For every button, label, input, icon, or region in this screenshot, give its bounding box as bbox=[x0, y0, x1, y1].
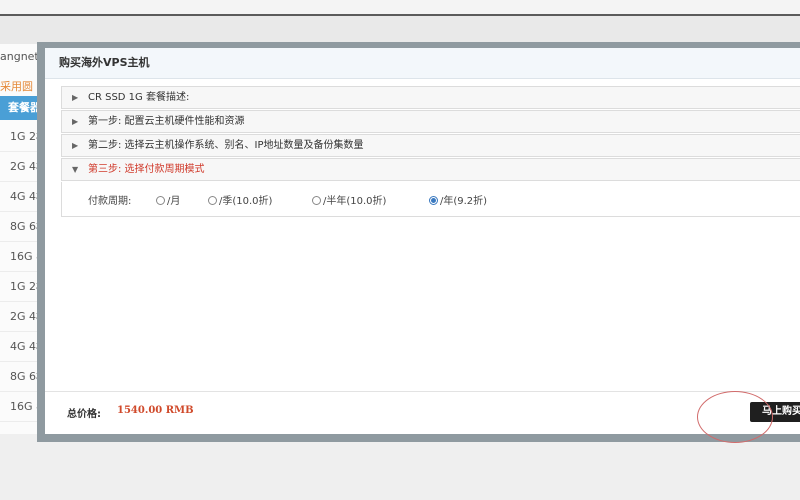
section-label: CR SSD 1G 套餐描述: bbox=[88, 92, 190, 103]
payment-period-label: 付款周期: bbox=[88, 196, 132, 207]
payment-period-panel: 付款周期: /月 /季(10.0折) /半年(10.0折) /年(9.2折) bbox=[61, 182, 800, 217]
accordion-section-description[interactable]: ▶ CR SSD 1G 套餐描述: bbox=[61, 86, 800, 109]
payment-option-month[interactable]: /月 bbox=[156, 192, 180, 207]
payment-option-year[interactable]: /年(9.2折) bbox=[429, 192, 487, 207]
accordion-section-step1[interactable]: ▶ 第一步: 配置云主机硬件性能和资源 bbox=[61, 110, 800, 133]
payment-option-label: /半年(10.0折) bbox=[323, 196, 387, 207]
accordion: ▶ CR SSD 1G 套餐描述: ▶ 第一步: 配置云主机硬件性能和资源 ▶ … bbox=[61, 86, 800, 217]
accordion-section-step3[interactable]: ▼ 第三步: 选择付款周期模式 bbox=[61, 158, 800, 181]
caret-right-icon: ▶ bbox=[72, 141, 79, 150]
accordion-section-step2[interactable]: ▶ 第二步: 选择云主机操作系统、别名、IP地址数量及备份集数量 bbox=[61, 134, 800, 157]
radio-button-checked[interactable] bbox=[429, 196, 438, 205]
total-price-value: 1540.00 RMB bbox=[117, 405, 194, 416]
total-price-label: 总价格: bbox=[67, 409, 101, 420]
caret-right-icon: ▶ bbox=[72, 93, 79, 102]
modal-title: 购买海外VPS主机 bbox=[45, 48, 800, 79]
browser-top-bar bbox=[0, 0, 800, 16]
modal-footer: 总价格: 1540.00 RMB 马上购买 bbox=[45, 391, 800, 434]
purchase-modal: 购买海外VPS主机 ▶ CR SSD 1G 套餐描述: ▶ 第一步: 配置云主机… bbox=[37, 42, 800, 442]
payment-option-label: /年(9.2折) bbox=[440, 196, 488, 207]
radio-button[interactable] bbox=[208, 196, 217, 205]
payment-option-label: /月 bbox=[167, 196, 181, 207]
radio-button[interactable] bbox=[312, 196, 321, 205]
caret-right-icon: ▶ bbox=[72, 117, 79, 126]
section-label: 第二步: 选择云主机操作系统、别名、IP地址数量及备份集数量 bbox=[88, 140, 364, 151]
radio-button[interactable] bbox=[156, 196, 165, 205]
payment-option-quarter[interactable]: /季(10.0折) bbox=[208, 192, 272, 207]
caret-down-icon: ▼ bbox=[72, 165, 79, 174]
payment-option-halfyear[interactable]: /半年(10.0折) bbox=[312, 192, 386, 207]
background-logo-text: angnet bbox=[0, 50, 39, 63]
background-note: 采用圆 bbox=[0, 80, 33, 93]
section-label: 第三步: 选择付款周期模式 bbox=[88, 164, 205, 175]
modal-panel: 购买海外VPS主机 ▶ CR SSD 1G 套餐描述: ▶ 第一步: 配置云主机… bbox=[45, 48, 800, 434]
payment-option-label: /季(10.0折) bbox=[219, 196, 273, 207]
buy-now-button[interactable]: 马上购买 bbox=[750, 402, 800, 422]
section-label: 第一步: 配置云主机硬件性能和资源 bbox=[88, 116, 245, 127]
